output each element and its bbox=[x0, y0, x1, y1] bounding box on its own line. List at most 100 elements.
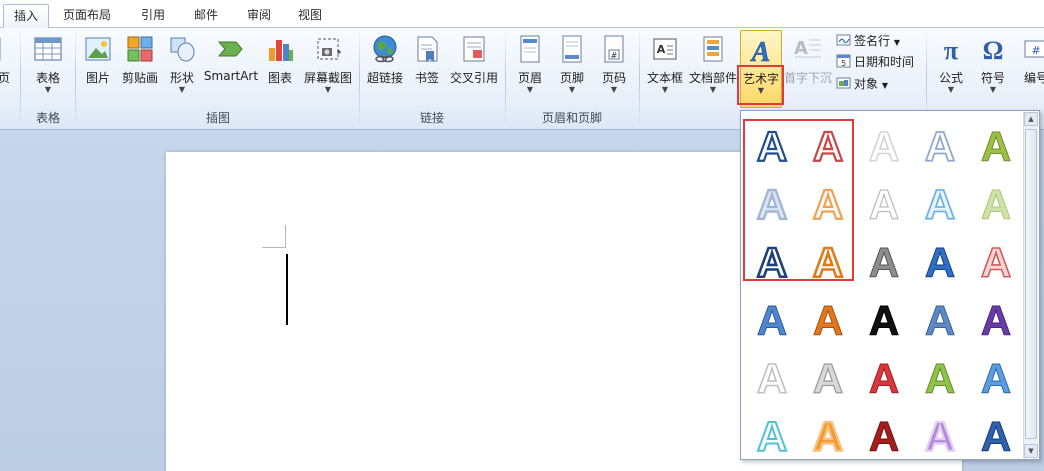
tab-page-layout[interactable]: 页面布局 bbox=[56, 4, 118, 28]
wordart-style-outline-pink[interactable]: A bbox=[969, 229, 1023, 293]
picture-button[interactable]: 图片 bbox=[80, 30, 116, 108]
wordart-style-fill-blue-bevel[interactable]: A bbox=[913, 229, 967, 293]
table-icon bbox=[34, 37, 62, 61]
object-button[interactable]: 对象 ▼ bbox=[836, 75, 888, 93]
pi-icon: π bbox=[944, 36, 958, 64]
smartart-icon bbox=[217, 41, 243, 57]
clipart-button[interactable]: 剪贴画 bbox=[118, 30, 162, 108]
svg-text:A: A bbox=[925, 355, 955, 402]
tab-mailings[interactable]: 邮件 bbox=[183, 4, 229, 28]
header-button[interactable]: 页眉 ▼ bbox=[510, 30, 550, 108]
equation-button[interactable]: π 公式 ▼ bbox=[930, 30, 972, 108]
wordart-style-fill-silver-metal[interactable]: A bbox=[801, 345, 855, 409]
svg-text:A: A bbox=[869, 239, 899, 286]
wordart-letter-a-icon: A bbox=[868, 180, 900, 228]
wordart-style-fill-silver[interactable]: A bbox=[857, 229, 911, 293]
date-time-button[interactable]: 5 日期和时间 bbox=[836, 53, 914, 71]
dropdown-arrow-icon: ▼ bbox=[893, 38, 900, 47]
cross-reference-button[interactable]: 交叉引用 bbox=[446, 30, 502, 108]
wordart-style-outline-white[interactable]: A bbox=[857, 113, 911, 177]
svg-text:#: # bbox=[1031, 44, 1040, 57]
wordart-style-fill-red[interactable]: A bbox=[857, 345, 911, 409]
wordart-style-outline-lightblue[interactable]: A bbox=[913, 113, 967, 177]
chart-label: 图表 bbox=[267, 71, 292, 85]
wordart-letter-a-icon: A bbox=[868, 355, 899, 403]
wordart-letter-a-icon: A bbox=[924, 239, 955, 287]
margin-corner-mark bbox=[285, 225, 286, 248]
table-button[interactable]: 表格 ▼ bbox=[26, 30, 70, 108]
number-button[interactable]: # 编号 bbox=[1016, 30, 1044, 108]
wordart-style-fill-olive[interactable]: A bbox=[969, 113, 1023, 177]
page-number-button[interactable]: # 页码 ▼ bbox=[594, 30, 634, 108]
shapes-icon bbox=[170, 37, 195, 62]
svg-text:A: A bbox=[925, 123, 955, 170]
wordart-style-fill-blue-reflect2[interactable]: A bbox=[969, 345, 1023, 409]
screenshot-button[interactable]: 屏幕截图 ▼ bbox=[300, 30, 356, 108]
wordart-style-outline-cyan[interactable]: A bbox=[745, 403, 799, 467]
bookmark-icon bbox=[417, 36, 438, 62]
dropdown-arrow-icon: ▼ bbox=[881, 81, 888, 90]
wordart-letter-a-icon: A bbox=[980, 297, 1011, 345]
wordart-letter-a-icon: A bbox=[868, 297, 899, 345]
tab-insert[interactable]: 插入 bbox=[3, 4, 49, 29]
hyperlink-button[interactable]: 超链接 bbox=[362, 30, 408, 108]
header-label: 页眉 bbox=[517, 71, 542, 85]
page-icon bbox=[0, 37, 1, 61]
wordart-gallery: AAAAAAAAAAAAAAAAAAAAAAAAAAAAAA ▲ ▼ bbox=[740, 110, 1040, 461]
drop-cap-button[interactable]: A 首字下沉 bbox=[784, 30, 832, 108]
shapes-label: 形状 bbox=[169, 71, 194, 85]
footer-button[interactable]: 页脚 ▼ bbox=[552, 30, 592, 108]
dropdown-arrow-icon: ▼ bbox=[947, 85, 955, 94]
wordart-style-fill-blue-reflect[interactable]: A bbox=[745, 287, 799, 351]
page-number-label: 页码 bbox=[601, 71, 626, 85]
signature-icon bbox=[836, 34, 851, 46]
svg-text:A: A bbox=[869, 181, 899, 228]
wordart-style-outline-gray[interactable]: A bbox=[745, 345, 799, 409]
bookmark-button[interactable]: 书签 bbox=[410, 30, 444, 108]
symbol-button[interactable]: Ω 符号 ▼ bbox=[972, 30, 1014, 108]
wordart-style-outline-skyblue[interactable]: A bbox=[913, 171, 967, 235]
wordart-letter-a-icon: A bbox=[868, 413, 899, 461]
dropdown-arrow-icon: ▼ bbox=[44, 85, 52, 94]
screenshot-label: 屏幕截图 bbox=[303, 71, 352, 85]
wordart-style-fill-violet-glow[interactable]: A bbox=[913, 403, 967, 467]
svg-text:#: # bbox=[611, 51, 618, 60]
tab-references[interactable]: 引用 bbox=[130, 4, 176, 28]
wordart-style-fill-darkred[interactable]: A bbox=[857, 403, 911, 467]
smartart-button[interactable]: SmartArt bbox=[202, 30, 260, 108]
svg-text:5: 5 bbox=[841, 59, 846, 68]
margin-corner-mark bbox=[262, 247, 285, 248]
gallery-scrollbar[interactable]: ▲ ▼ bbox=[1023, 112, 1038, 458]
textbox-label: 文本框 bbox=[646, 71, 683, 85]
textbox-button[interactable]: A 文本框 ▼ bbox=[644, 30, 686, 108]
tab-review[interactable]: 审阅 bbox=[236, 4, 282, 28]
wordart-letter-a-icon: A bbox=[924, 122, 956, 171]
svg-text:A: A bbox=[757, 413, 787, 460]
signature-line-button[interactable]: 签名行 ▼ bbox=[836, 32, 900, 50]
tab-view[interactable]: 视图 bbox=[287, 4, 333, 28]
scroll-down-icon[interactable]: ▼ bbox=[1024, 444, 1038, 458]
wordart-style-fill-purple[interactable]: A bbox=[969, 287, 1023, 351]
quick-parts-button[interactable]: 文档部件 ▼ bbox=[688, 30, 738, 108]
wordart-style-fill-lightgreen[interactable]: A bbox=[969, 171, 1023, 235]
wordart-style-fill-orange-glow[interactable]: A bbox=[801, 403, 855, 467]
partial-pages-label: 页 bbox=[0, 71, 11, 85]
shapes-button[interactable]: 形状 ▼ bbox=[164, 30, 200, 108]
wordart-style-fill-blue-3d[interactable]: A bbox=[969, 403, 1023, 467]
clipart-label: 剪贴画 bbox=[121, 71, 158, 85]
chart-button[interactable]: 图表 bbox=[262, 30, 298, 108]
wordart-icon: A bbox=[749, 37, 770, 65]
scrollbar-thumb[interactable] bbox=[1025, 129, 1037, 439]
wordart-letter-a-icon: A bbox=[924, 180, 956, 229]
wordart-style-fill-orange-bevel[interactable]: A bbox=[801, 287, 855, 351]
svg-text:A: A bbox=[981, 123, 1011, 170]
scroll-up-icon[interactable]: ▲ bbox=[1024, 112, 1038, 126]
partial-pages-button[interactable]: 页 bbox=[0, 30, 10, 108]
wordart-style-fill-steelblue[interactable]: A bbox=[913, 287, 967, 351]
wordart-style-fill-green[interactable]: A bbox=[913, 345, 967, 409]
object-label: 对象 bbox=[854, 77, 879, 91]
symbol-label: 符号 bbox=[980, 71, 1005, 85]
wordart-style-fill-white-gray[interactable]: A bbox=[857, 171, 911, 235]
svg-text:A: A bbox=[981, 413, 1011, 460]
wordart-style-fill-black[interactable]: A bbox=[857, 287, 911, 351]
